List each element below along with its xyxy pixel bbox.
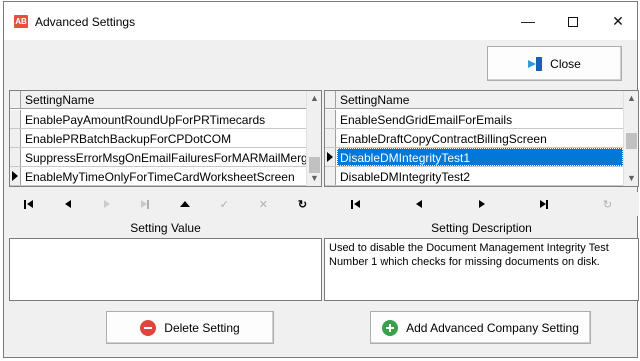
- insert-record-icon[interactable]: [171, 198, 199, 210]
- row-selector-header: [10, 91, 21, 108]
- window-title: Advanced Settings: [35, 15, 136, 29]
- row-selector[interactable]: [10, 167, 21, 185]
- close-button-label: Close: [550, 56, 581, 71]
- maximize-icon: [568, 17, 578, 28]
- row-selector-header: [325, 91, 336, 108]
- last-record-icon[interactable]: [132, 198, 160, 210]
- advanced-settings-window: AB Advanced Settings — ✕ Close SettingNa…: [3, 1, 639, 358]
- exit-door-icon: [528, 56, 543, 71]
- table-cell: EnableSendGridEmailForEmails: [340, 113, 513, 127]
- delete-setting-label: Delete Setting: [164, 320, 240, 335]
- add-setting-label: Add Advanced Company Setting: [406, 320, 579, 335]
- grid-header: SettingName: [325, 91, 623, 109]
- prior-record-icon[interactable]: [405, 198, 433, 210]
- minimize-icon: —: [521, 13, 535, 29]
- vertical-scrollbar[interactable]: ▲ ▼: [623, 91, 638, 186]
- next-record-icon[interactable]: [468, 198, 496, 210]
- setting-description-label: Setting Description: [431, 221, 532, 235]
- setting-value-field[interactable]: [9, 238, 322, 301]
- table-cell: DisableDMIntegrityTest2: [340, 170, 471, 184]
- close-button[interactable]: Close: [487, 46, 622, 81]
- add-advanced-company-setting-button[interactable]: Add Advanced Company Setting: [370, 311, 591, 344]
- table-row-selected[interactable]: DisableDMIntegrityTest1: [325, 148, 623, 167]
- column-header-settingname[interactable]: SettingName: [25, 93, 94, 107]
- close-icon: ✕: [612, 13, 624, 29]
- first-record-icon[interactable]: [15, 198, 43, 210]
- cancel-edit-icon[interactable]: ✕: [249, 198, 277, 211]
- table-row-current[interactable]: EnableMyTimeOnlyForTimeCardWorksheetScre…: [10, 167, 308, 186]
- setting-name-grid[interactable]: SettingName EnablePayAmountRoundUpForPRT…: [9, 90, 322, 187]
- title-bar[interactable]: AB Advanced Settings — ✕: [4, 2, 637, 40]
- table-row[interactable]: EnableSendGridEmailForEmails: [325, 110, 623, 129]
- window-close-button[interactable]: ✕: [596, 7, 640, 35]
- setting-description-field[interactable]: Used to disable the Document Management …: [324, 238, 639, 301]
- last-record-icon[interactable]: [531, 198, 559, 210]
- maximize-button[interactable]: [551, 7, 595, 35]
- right-navigator: ↻: [324, 192, 639, 216]
- vertical-scrollbar[interactable]: ▲ ▼: [306, 91, 321, 186]
- post-edit-icon[interactable]: ✓: [210, 198, 238, 211]
- grid-header: SettingName: [10, 91, 308, 109]
- first-record-icon[interactable]: [342, 198, 370, 210]
- row-selector[interactable]: [10, 148, 21, 166]
- table-row[interactable]: EnablePayAmountRoundUpForPRTimecards: [10, 110, 308, 129]
- scroll-up-icon[interactable]: ▲: [624, 91, 638, 106]
- table-cell: EnablePRBatchBackupForCPDotCOM: [25, 132, 232, 146]
- next-record-icon[interactable]: [93, 198, 121, 210]
- row-selector[interactable]: [10, 129, 21, 147]
- table-cell: DisableDMIntegrityTest1: [340, 151, 471, 165]
- table-cell: EnablePayAmountRoundUpForPRTimecards: [25, 113, 266, 127]
- prior-record-icon[interactable]: [54, 198, 82, 210]
- refresh-icon[interactable]: ↻: [594, 198, 622, 211]
- minimize-button[interactable]: —: [506, 7, 550, 35]
- scroll-down-icon[interactable]: ▼: [624, 171, 638, 186]
- table-cell: EnableDraftCopyContractBillingScreen: [340, 132, 547, 146]
- row-selector[interactable]: [325, 129, 336, 147]
- row-selector[interactable]: [10, 110, 21, 128]
- column-header-settingname[interactable]: SettingName: [340, 93, 409, 107]
- row-selector[interactable]: [325, 167, 336, 185]
- table-cell: SuppressErrorMsgOnEmailFailuresForMARMai…: [25, 151, 308, 165]
- scroll-up-icon[interactable]: ▲: [307, 91, 321, 106]
- scrollbar-thumb[interactable]: [626, 133, 637, 149]
- remove-icon: [140, 319, 157, 336]
- current-row-arrow-icon: [327, 152, 333, 162]
- current-row-arrow-icon: [12, 171, 18, 181]
- row-selector[interactable]: [325, 148, 336, 166]
- scroll-down-icon[interactable]: ▼: [307, 171, 321, 186]
- row-selector[interactable]: [325, 110, 336, 128]
- refresh-icon[interactable]: ↻: [288, 198, 316, 211]
- delete-setting-button[interactable]: Delete Setting: [106, 311, 274, 344]
- table-row[interactable]: EnablePRBatchBackupForCPDotCOM: [10, 129, 308, 148]
- table-row[interactable]: EnableDraftCopyContractBillingScreen: [325, 129, 623, 148]
- table-cell: EnableMyTimeOnlyForTimeCardWorksheetScre…: [25, 170, 295, 184]
- left-navigator: ✓ ✕ ↻: [9, 192, 322, 216]
- table-row[interactable]: SuppressErrorMsgOnEmailFailuresForMARMai…: [10, 148, 308, 167]
- table-row[interactable]: DisableDMIntegrityTest2: [325, 167, 623, 186]
- company-setting-grid[interactable]: SettingName EnableSendGridEmailForEmails…: [324, 90, 639, 187]
- add-icon: [382, 319, 399, 336]
- app-icon: AB: [14, 15, 28, 28]
- setting-value-label: Setting Value: [130, 221, 201, 235]
